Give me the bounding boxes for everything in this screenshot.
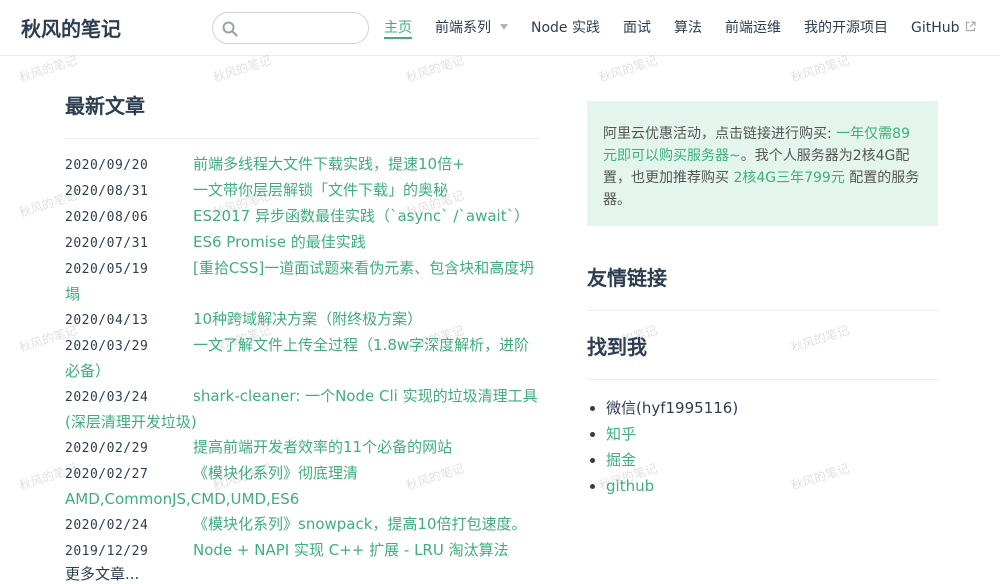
contact-item-juejin: 掘金 (587, 447, 938, 473)
post-date: 2020/05/19 (65, 262, 149, 277)
nav-item-label: GitHub (911, 20, 960, 36)
nav-item-github[interactable]: GitHub (911, 0, 976, 56)
post-item: 2020/04/13 10种跨域解决方案（附终极方案） (65, 307, 540, 333)
post-item: 2020/02/27 《模块化系列》彻底理清 AMD,CommonJS,CMD,U… (65, 461, 540, 512)
post-item: 2020/08/06 ES2017 异步函数最佳实践（`async` /`awai… (65, 204, 540, 230)
nav-item-home[interactable]: 主页 (384, 0, 412, 56)
post-date: 2019/12/29 (65, 544, 149, 559)
find-me-title: 找到我 (587, 335, 647, 359)
nav-item-devops[interactable]: 前端运维 (725, 0, 781, 56)
contact-item-github: github (587, 473, 938, 499)
post-link[interactable]: 《模块化系列》snowpack，提高10倍打包速度。 (193, 515, 527, 533)
post-link[interactable]: 一文带你层层解锁「文件下载」的奥秘 (193, 181, 448, 199)
nav-item-label: 前端系列 (435, 20, 491, 36)
post-date: 2020/07/31 (65, 236, 149, 251)
navbar: 秋风的笔记 主页 前端系列 Node 实践 面试 算法 前端运维 我的开源项目 (0, 0, 1000, 56)
post-item: 2020/02/29 提高前端开发者效率的11个必备的网站 (65, 435, 540, 461)
watermark: 秋风的笔记 (17, 53, 79, 85)
search-input[interactable] (245, 19, 363, 39)
post-date: 2020/03/29 (65, 339, 149, 354)
search-box[interactable] (212, 12, 369, 44)
sidebar: 阿里云优惠活动，点击链接进行购买: 一年仅需89元即可以购买服务器~。我个人服务… (587, 101, 938, 499)
nav-item-label: 我的开源项目 (804, 20, 888, 36)
watermark: 秋风的笔记 (789, 53, 851, 85)
more-posts-link[interactable]: 更多文章... (65, 565, 139, 583)
watermark: 秋风的笔记 (211, 53, 273, 85)
promo-link-three-year[interactable]: 2核4G三年799元 (733, 170, 844, 186)
nav-item-label: 面试 (623, 20, 651, 36)
nav-item-label: 算法 (674, 20, 702, 36)
post-date: 2020/02/29 (65, 441, 149, 456)
contact-link[interactable]: 掘金 (606, 451, 636, 469)
watermark: 秋风的笔记 (404, 53, 466, 85)
contact-item-zhihu: 知乎 (587, 421, 938, 447)
post-date: 2020/03/24 (65, 390, 149, 405)
post-item: 2020/03/29 一文了解文件上传全过程（1.8w字深度解析，进阶必备） (65, 333, 540, 384)
nav-item-frontend-series[interactable]: 前端系列 (435, 0, 508, 56)
post-date: 2020/02/24 (65, 518, 149, 533)
post-date: 2020/08/06 (65, 210, 149, 225)
post-item: 2020/07/31 ES6 Promise 的最佳实践 (65, 230, 540, 256)
active-underline (384, 37, 412, 39)
watermark: 秋风的笔记 (597, 53, 659, 85)
nav-item-label: 前端运维 (725, 20, 781, 36)
post-item: 2020/02/24 《模块化系列》snowpack，提高10倍打包速度。 (65, 512, 540, 538)
nav-item-interview[interactable]: 面试 (623, 0, 651, 56)
post-item: 2020/09/20 前端多线程大文件下载实践，提速10倍+ (65, 152, 540, 178)
promo-box: 阿里云优惠活动，点击链接进行购买: 一年仅需89元即可以购买服务器~。我个人服务… (587, 101, 938, 226)
site-name[interactable]: 秋风的笔记 (21, 13, 121, 42)
post-list: 2020/09/20 前端多线程大文件下载实践，提速10倍+ 2020/08/31… (65, 152, 540, 564)
post-date: 2020/04/13 (65, 313, 149, 328)
divider (587, 379, 938, 380)
nav-item-open-source[interactable]: 我的开源项目 (804, 0, 888, 56)
post-item: 2019/12/29 Node + NAPI 实现 C++ 扩展 - LRU 淘汰… (65, 538, 540, 564)
post-date: 2020/02/27 (65, 467, 149, 482)
search-icon (222, 21, 238, 37)
latest-posts-title: 最新文章 (65, 94, 145, 118)
contact-list: 微信(hyf1995116) 知乎 掘金 github (587, 395, 938, 499)
friend-links-title: 友情链接 (587, 266, 667, 290)
contact-item-wechat: 微信(hyf1995116) (587, 395, 938, 421)
post-item: 2020/05/19 [重拾CSS]一道面试题来看伪元素、包含块和高度坍塌 (65, 256, 540, 307)
promo-text: 阿里云优惠活动，点击链接进行购买: (603, 126, 837, 142)
post-item: 2020/08/31 一文带你层层解锁「文件下载」的奥秘 (65, 178, 540, 204)
post-link[interactable]: 提高前端开发者效率的11个必备的网站 (193, 438, 452, 456)
nav-item-label: Node 实践 (531, 20, 600, 36)
post-date: 2020/08/31 (65, 184, 149, 199)
contact-link[interactable]: 知乎 (606, 425, 636, 443)
latest-posts: 最新文章 2020/09/20 前端多线程大文件下载实践，提速10倍+ 2020/… (65, 86, 540, 584)
divider (65, 138, 540, 139)
post-item: 2020/03/24 shark-cleaner: 一个Node Cli 实现的垃… (65, 384, 540, 435)
caret-down-icon (500, 24, 508, 30)
nav-item-algorithm[interactable]: 算法 (674, 0, 702, 56)
post-link[interactable]: ES2017 异步函数最佳实践（`async` /`await`） (193, 207, 529, 225)
nav-links: 主页 前端系列 Node 实践 面试 算法 前端运维 我的开源项目 GitHub (384, 0, 976, 56)
post-date: 2020/09/20 (65, 158, 149, 173)
nav-item-node[interactable]: Node 实践 (531, 0, 600, 56)
post-link[interactable]: 10种跨域解决方案（附终极方案） (193, 310, 422, 328)
post-link[interactable]: Node + NAPI 实现 C++ 扩展 - LRU 淘汰算法 (193, 541, 509, 559)
contact-label: 微信(hyf1995116) (606, 399, 739, 417)
divider (587, 310, 938, 311)
contact-link[interactable]: github (606, 477, 654, 495)
post-link[interactable]: 前端多线程大文件下载实践，提速10倍+ (193, 155, 465, 173)
post-link[interactable]: ES6 Promise 的最佳实践 (193, 233, 366, 251)
nav-item-label: 主页 (384, 20, 412, 36)
external-link-icon (965, 21, 976, 32)
